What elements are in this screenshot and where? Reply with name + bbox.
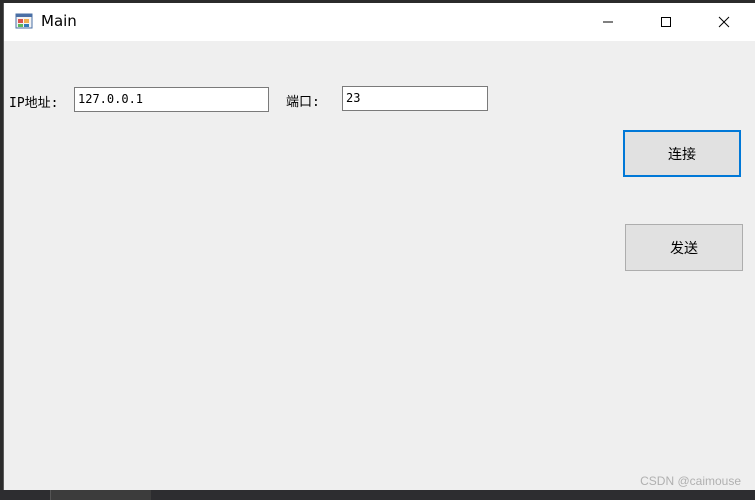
- maximize-icon: [660, 16, 672, 28]
- port-label: 端口:: [286, 95, 320, 110]
- close-button[interactable]: [695, 3, 753, 41]
- minimize-button[interactable]: [579, 3, 637, 41]
- send-button-label: 发送: [670, 240, 698, 257]
- title-bar[interactable]: Main: [4, 3, 755, 41]
- watermark: CSDN @caimouse: [640, 474, 741, 488]
- main-window: Main IP地址: 127.0.0.1 端口: 23 连接 发送 CSDN @…: [3, 3, 755, 490]
- port-input[interactable]: 23: [342, 86, 488, 111]
- connect-button-label: 连接: [668, 146, 696, 163]
- send-button[interactable]: 发送: [625, 224, 743, 271]
- minimize-icon: [602, 16, 614, 28]
- app-icon: [15, 12, 33, 30]
- ip-address-label: IP地址:: [9, 96, 59, 111]
- window-title: Main: [41, 12, 77, 30]
- background-editor-tab: [50, 490, 151, 500]
- ip-address-input[interactable]: 127.0.0.1: [74, 87, 269, 112]
- maximize-button[interactable]: [637, 3, 695, 41]
- connect-button[interactable]: 连接: [623, 130, 741, 177]
- close-icon: [718, 16, 730, 28]
